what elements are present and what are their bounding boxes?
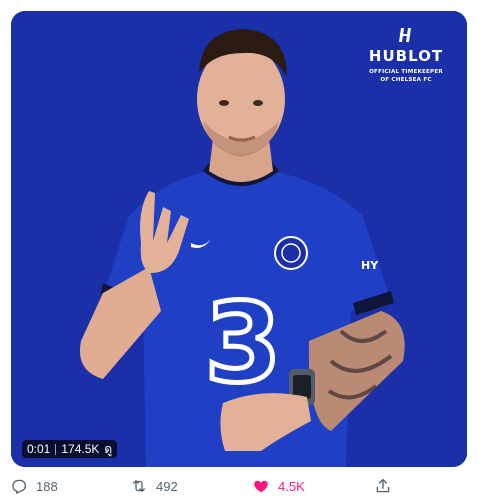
retweet-button[interactable]: 492 xyxy=(130,476,178,496)
sleeve-text: HY xyxy=(361,259,379,272)
tweet-media-video[interactable]: 3 HY HUBLOT OFFICIAL TIMEKEEPER OF CHELS… xyxy=(11,11,467,467)
brand-tagline-line1: OFFICIAL TIMEKEEPER xyxy=(369,69,443,75)
hublot-watermark: HUBLOT OFFICIAL TIMEKEEPER OF CHELSEA FC xyxy=(361,25,451,84)
video-timestamp: 0:01 xyxy=(27,442,51,456)
retweet-count: 492 xyxy=(156,478,178,494)
heart-icon xyxy=(254,480,268,493)
badge-divider xyxy=(55,443,57,455)
share-icon xyxy=(376,478,390,493)
like-count: 4.5K xyxy=(278,478,305,494)
reply-button[interactable]: 188 xyxy=(10,476,58,496)
reply-count: 188 xyxy=(36,478,58,494)
brand-name: HUBLOT xyxy=(368,47,444,65)
reply-icon xyxy=(12,479,27,494)
brand-tagline-line2: OF CHELSEA FC xyxy=(380,77,432,83)
video-status-badge: 0:01 174.5K ดู xyxy=(22,440,118,458)
shirt-sponsor-logo: 3 xyxy=(205,279,282,407)
like-button[interactable]: 4.5K xyxy=(252,476,305,496)
share-button[interactable] xyxy=(374,476,392,496)
video-view-suffix: ดู xyxy=(104,441,113,456)
retweet-icon xyxy=(133,480,145,492)
hublot-logo-icon xyxy=(399,28,411,42)
tweet-action-bar: 188 492 4.5K xyxy=(0,476,479,496)
video-view-count: 174.5K xyxy=(61,442,100,456)
